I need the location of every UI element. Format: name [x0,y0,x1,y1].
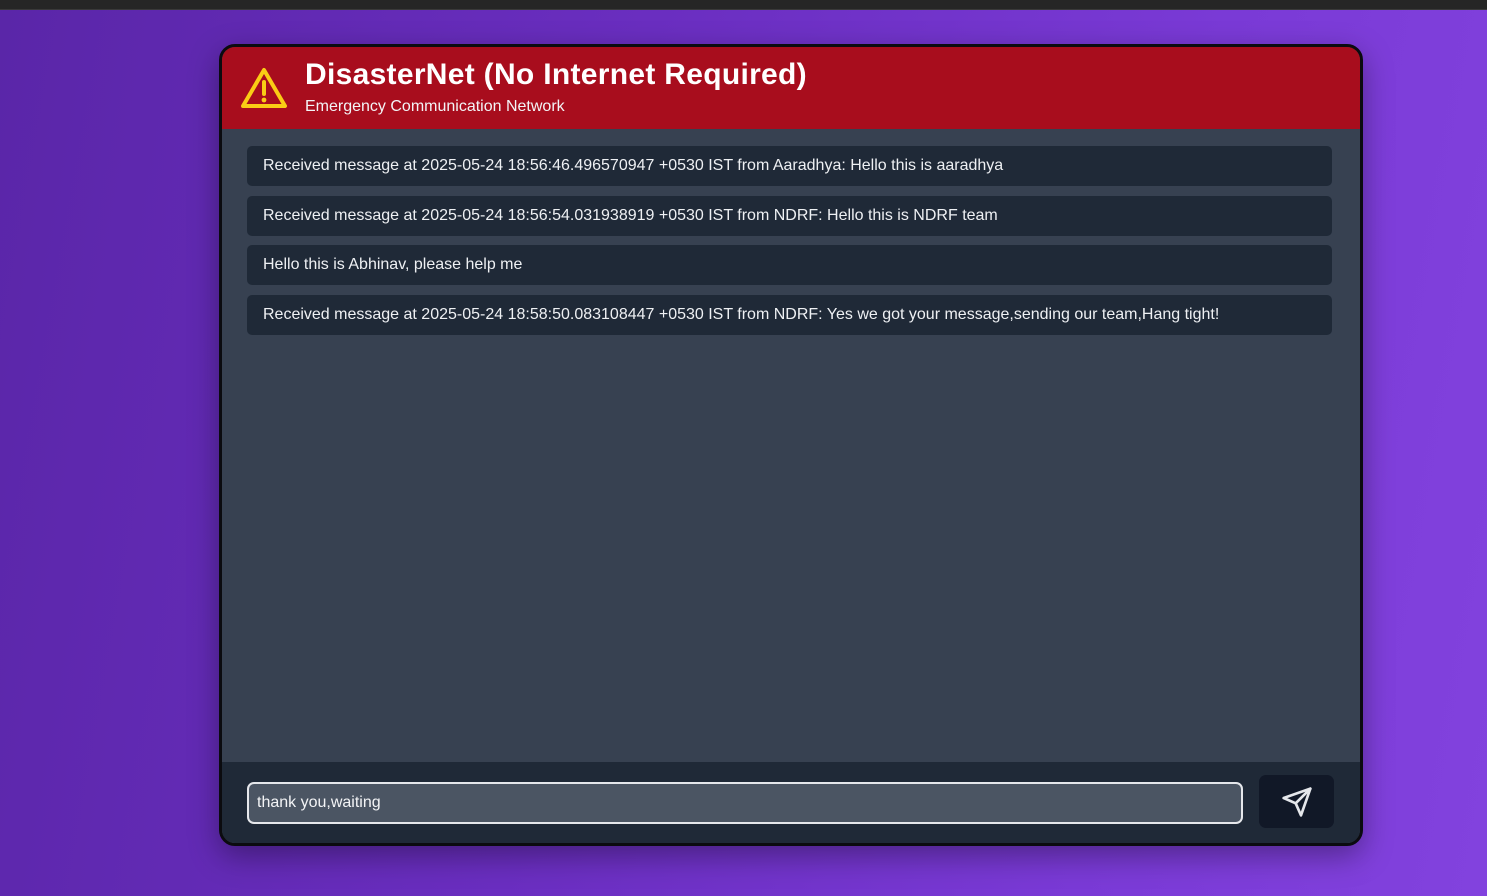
composer-bar [222,762,1360,843]
chat-window: DisasterNet (No Internet Required) Emerg… [219,44,1363,846]
app-subtitle: Emergency Communication Network [305,98,565,115]
message-item: Received message at 2025-05-24 18:58:50.… [247,295,1332,335]
app-title: DisasterNet (No Internet Required) [305,58,807,91]
message-item: Received message at 2025-05-24 18:56:54.… [247,196,1332,236]
warning-triangle-icon [241,68,287,108]
message-item: Hello this is Abhinav, please help me [247,245,1332,285]
send-icon [1281,786,1312,817]
message-list[interactable]: Received message at 2025-05-24 18:56:46.… [222,129,1360,762]
browser-top-strip [0,0,1487,10]
message-input[interactable] [247,782,1243,824]
message-item: Received message at 2025-05-24 18:56:46.… [247,146,1332,186]
header-bar: DisasterNet (No Internet Required) Emerg… [222,47,1360,129]
send-button[interactable] [1259,775,1334,828]
